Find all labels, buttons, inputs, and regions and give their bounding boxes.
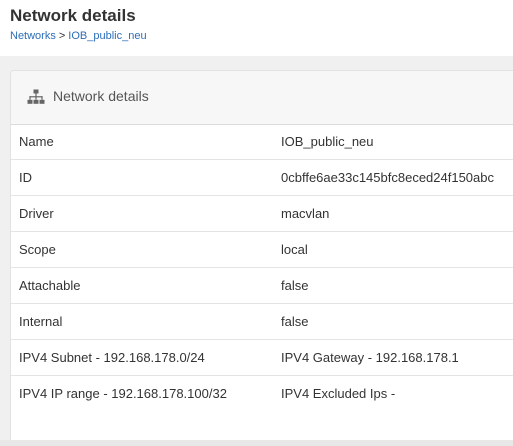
detail-key: IPV4 IP range - 192.168.178.100/32 (19, 386, 227, 401)
detail-row-ipv4-range: IPV4 IP range - 192.168.178.100/32 IPV4 … (11, 376, 513, 411)
detail-row-driver: Driver macvlan (11, 196, 513, 232)
detail-value: false (281, 278, 309, 293)
detail-row-name: Name IOB_public_neu (11, 124, 513, 160)
detail-row-id: ID 0cbffe6ae33c145bfc8eced24f150abc (11, 160, 513, 196)
detail-value: IPV4 Gateway - 192.168.178.1 (281, 350, 459, 365)
detail-row-internal: Internal false (11, 304, 513, 340)
detail-value: IPV4 Excluded Ips - (281, 386, 396, 401)
page-header: Network details Networks > IOB_public_neu (0, 0, 513, 56)
detail-value: 0cbffe6ae33c145bfc8eced24f150abc (281, 170, 495, 185)
breadcrumb-link-current[interactable]: IOB_public_neu (68, 30, 146, 42)
detail-key: Internal (19, 314, 63, 329)
panel-title: Network details (53, 88, 149, 104)
footer-strip (0, 440, 513, 446)
detail-value: false (281, 314, 309, 329)
detail-value: local (281, 242, 308, 257)
detail-row-ipv4-subnet: IPV4 Subnet - 192.168.178.0/24 IPV4 Gate… (11, 340, 513, 376)
sitemap-icon (27, 89, 45, 105)
details-table: Name IOB_public_neu ID 0cbffe6ae33c145bf… (11, 124, 513, 411)
detail-value: macvlan (281, 206, 330, 221)
detail-key: Driver (19, 206, 54, 221)
page-title: Network details (10, 6, 136, 25)
detail-key: Attachable (19, 278, 81, 293)
breadcrumb-separator: > (58, 30, 66, 42)
network-details-panel: Network details Name IOB_public_neu ID 0… (10, 70, 513, 444)
panel-header: Network details (11, 71, 513, 125)
detail-row-attachable: Attachable false (11, 268, 513, 304)
detail-key: Name (19, 134, 54, 149)
detail-key: Scope (19, 242, 56, 257)
detail-key: ID (19, 170, 32, 185)
breadcrumb-link-networks[interactable]: Networks (10, 30, 56, 42)
detail-row-scope: Scope local (11, 232, 513, 268)
detail-value: IOB_public_neu (281, 134, 374, 149)
detail-key: IPV4 Subnet - 192.168.178.0/24 (19, 350, 205, 365)
breadcrumb: Networks > IOB_public_neu (10, 30, 147, 42)
